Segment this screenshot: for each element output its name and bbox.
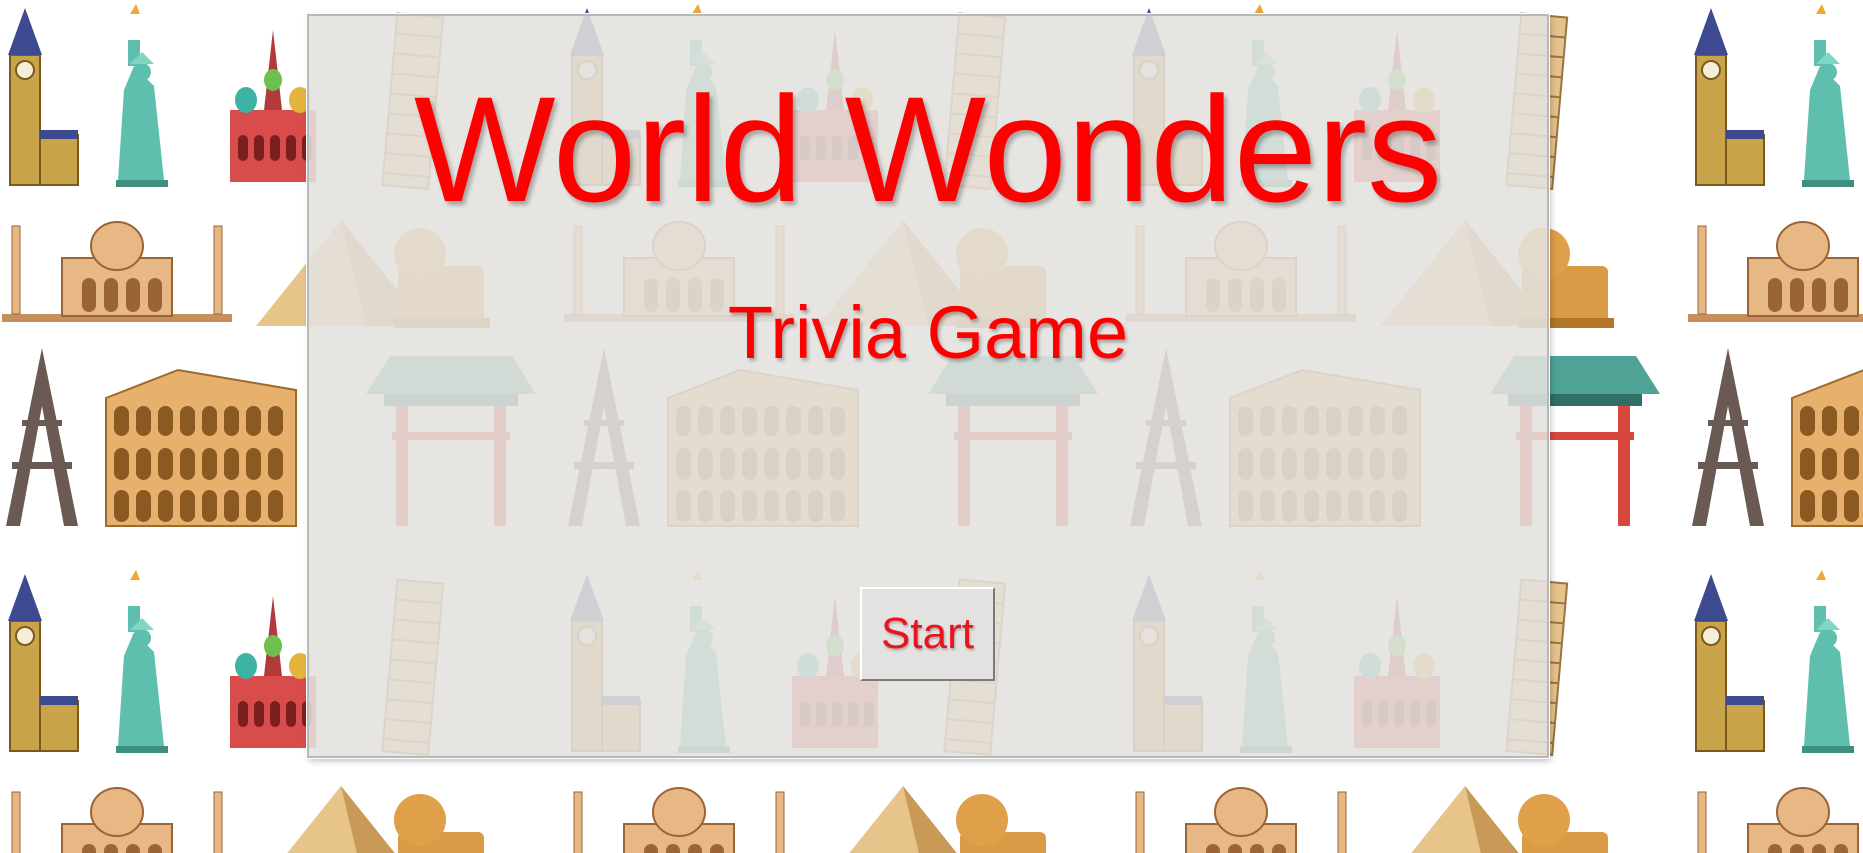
game-subtitle: Trivia Game (727, 291, 1129, 374)
statue-of-liberty-icon (1802, 570, 1854, 753)
game-title: World Wonders (413, 65, 1443, 233)
title-panel: World Wonders Trivia Game Start (307, 14, 1549, 758)
big-ben-icon (8, 8, 79, 186)
statue-of-liberty-icon (116, 570, 168, 753)
sphinx-icon (394, 794, 484, 853)
big-ben-icon (1694, 574, 1765, 752)
sphinx-icon (956, 794, 1046, 853)
st-basils-cathedral-icon (230, 30, 316, 182)
taj-mahal-icon (1697, 787, 1859, 853)
taj-mahal-icon (573, 787, 785, 853)
taj-mahal-icon (11, 787, 223, 853)
statue-of-liberty-icon (116, 4, 168, 187)
colosseum-icon (105, 368, 297, 527)
statue-of-liberty-icon (1802, 4, 1854, 187)
big-ben-icon (1694, 8, 1765, 186)
taj-mahal-icon (1135, 787, 1347, 853)
st-basils-cathedral-icon (230, 596, 316, 748)
eiffel-tower-icon (6, 348, 78, 526)
big-ben-icon (8, 574, 79, 752)
start-button[interactable]: Start (860, 587, 995, 681)
colosseum-icon (1791, 369, 1863, 527)
taj-mahal-icon (2, 221, 232, 322)
sphinx-icon (1518, 794, 1608, 853)
taj-mahal-icon (1688, 221, 1863, 322)
eiffel-tower-icon (1692, 348, 1764, 526)
game-screen: World Wonders Trivia Game Start (0, 0, 1863, 853)
